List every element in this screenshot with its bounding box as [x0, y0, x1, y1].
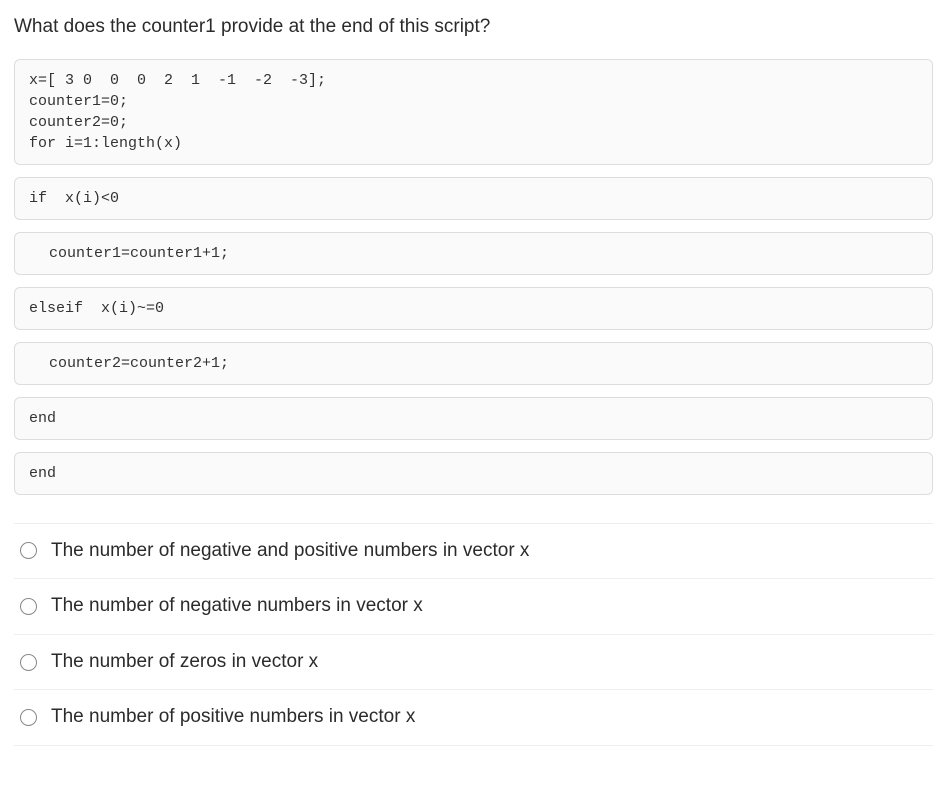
- option-label: The number of zeros in vector x: [51, 649, 318, 676]
- option-3[interactable]: The number of zeros in vector x: [14, 634, 933, 690]
- code-block-4: elseif x(i)~=0: [14, 287, 933, 330]
- option-label: The number of negative and positive numb…: [51, 538, 529, 565]
- radio-icon: [20, 598, 37, 615]
- option-label: The number of negative numbers in vector…: [51, 593, 423, 620]
- code-block-5: counter2=counter2+1;: [14, 342, 933, 385]
- question-text: What does the counter1 provide at the en…: [14, 14, 933, 41]
- radio-icon: [20, 542, 37, 559]
- code-block-1: x=[ 3 0 0 0 2 1 -1 -2 -3]; counter1=0; c…: [14, 59, 933, 165]
- option-2[interactable]: The number of negative numbers in vector…: [14, 578, 933, 634]
- code-block-2: if x(i)<0: [14, 177, 933, 220]
- code-block-6: end: [14, 397, 933, 440]
- code-block-7: end: [14, 452, 933, 495]
- options-list: The number of negative and positive numb…: [14, 523, 933, 746]
- option-1[interactable]: The number of negative and positive numb…: [14, 523, 933, 579]
- code-block-3: counter1=counter1+1;: [14, 232, 933, 275]
- option-4[interactable]: The number of positive numbers in vector…: [14, 689, 933, 746]
- option-label: The number of positive numbers in vector…: [51, 704, 415, 731]
- radio-icon: [20, 654, 37, 671]
- radio-icon: [20, 709, 37, 726]
